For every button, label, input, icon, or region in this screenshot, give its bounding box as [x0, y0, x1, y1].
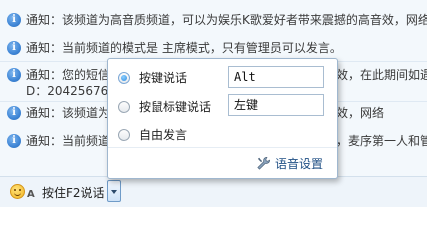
voice-settings-label: 语音设置 — [274, 157, 323, 171]
chat-message-text: ，麦序第一人和管 — [336, 134, 427, 148]
option-label: 按鼠标键说话 — [139, 100, 212, 114]
input-toolbar: A 按住F2说话 — [0, 176, 427, 207]
info-icon: i — [7, 13, 21, 27]
chat-message-text: 通知：当前频道的模式是 主席模式，只有管理员可以发言。 — [26, 41, 342, 55]
voice-mode-popup: 按键说话 Alt 按鼠标键说话 左键 自由发言 语音设置 — [107, 58, 338, 179]
chat-message-tail: 效，在此期间如遇 — [336, 67, 427, 83]
radio-unselected[interactable] — [118, 100, 130, 113]
wrench-icon — [257, 157, 270, 170]
radio-selected[interactable] — [118, 71, 130, 84]
chat-message-tail: 效，网络 — [336, 105, 384, 121]
info-icon: i — [7, 41, 21, 55]
message-input-area[interactable] — [0, 207, 427, 242]
option-label: 自由发言 — [139, 128, 188, 142]
chat-message-text: 效，在此期间如遇 — [336, 68, 427, 82]
popup-divider — [108, 147, 337, 148]
radio-unselected[interactable] — [118, 128, 130, 141]
chat-message-tail: ，麦序第一人和管 — [336, 133, 427, 149]
chat-message: i 通知：当前频道 — [7, 133, 110, 149]
chat-message-text: 通知：该频道为高音质频道，可以为娱乐K歌爱好者带来震撼的高音效，网络 — [26, 13, 427, 27]
info-icon: i — [7, 68, 21, 82]
voice-option-mouse-key[interactable]: 按鼠标键说话 — [118, 98, 211, 115]
chat-message: i 通知：该频道为高音质频道，可以为娱乐K歌爱好者带来震撼的高音效，网络 — [7, 12, 427, 28]
chat-message: i 通知：您的短信 — [7, 67, 110, 83]
voice-option-free-speech[interactable]: 自由发言 — [118, 126, 187, 143]
chat-message-text: 通知：您的短信 — [26, 68, 111, 82]
voice-option-push-to-talk[interactable]: 按键说话 — [118, 69, 187, 86]
chat-message: i 通知：当前频道的模式是 主席模式，只有管理员可以发言。 — [7, 40, 342, 56]
push-to-talk-button[interactable]: 按住F2说话 — [42, 184, 105, 201]
chat-message-text: 效，网络 — [336, 106, 385, 120]
info-icon: i — [7, 134, 21, 148]
option-label: 按键说话 — [139, 71, 188, 85]
chat-message-text: 通知：该频道为 — [26, 106, 111, 120]
chat-message-text: 通知：当前频道 — [26, 134, 111, 148]
emoji-icon[interactable] — [10, 184, 25, 199]
info-icon: i — [7, 106, 21, 120]
voice-settings-link[interactable]: 语音设置 — [256, 155, 323, 172]
mouse-key-field[interactable]: 左键 — [228, 94, 324, 116]
chat-message: i 通知：该频道为 — [7, 105, 110, 121]
voice-mode-dropdown-button[interactable] — [107, 180, 121, 202]
hotkey-field[interactable]: Alt — [228, 66, 324, 88]
font-style-icon[interactable]: A — [27, 189, 35, 200]
